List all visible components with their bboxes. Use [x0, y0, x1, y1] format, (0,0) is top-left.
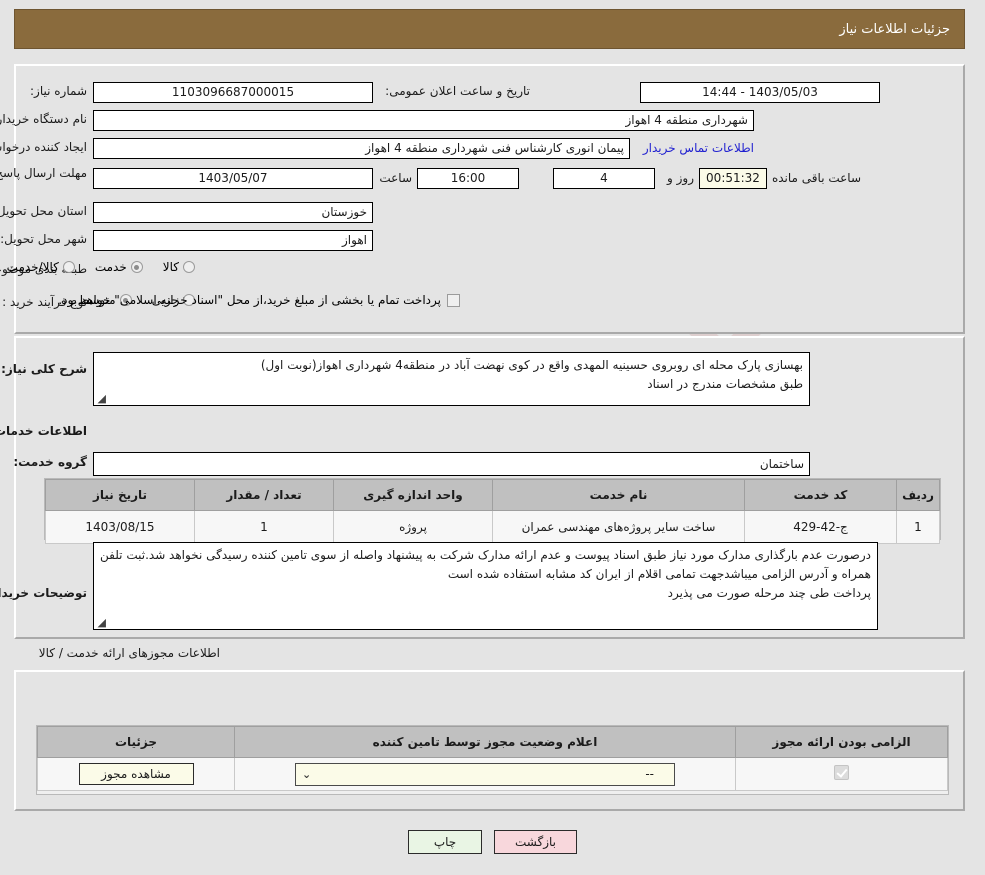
- subject-category-option-0[interactable]: کالا: [163, 260, 195, 274]
- deadline-label: مهلت ارسال پاسخ: تا تاریخ:: [7, 166, 87, 181]
- treasury-bond-checkbox[interactable]: [447, 294, 460, 307]
- services-cell-4: 1: [195, 511, 334, 544]
- subject-category-option-label-1: خدمت: [95, 260, 127, 274]
- permit-required-cell: [736, 758, 948, 791]
- services-cell-0: 1: [897, 511, 940, 544]
- delivery-province-value[interactable]: خوزستان: [93, 202, 373, 223]
- subject-category-option-label-2: کالا/خدمت: [7, 260, 59, 274]
- buyer-notes-label: توضیحات خریدار:: [0, 586, 87, 600]
- general-description-label: شرح کلی نیاز:: [13, 362, 87, 376]
- services-col-header-0: ردیف: [897, 480, 940, 511]
- need-number-value[interactable]: 1103096687000015: [93, 82, 373, 103]
- treasury-bond-checkbox-wrap[interactable]: پرداخت تمام یا بخشی از مبلغ خرید،از محل …: [58, 293, 460, 307]
- deadline-date-value[interactable]: 1403/05/07: [93, 168, 373, 189]
- page-title: جزئیات اطلاعات نیاز: [839, 22, 950, 37]
- footer-actions: بازگشت چاپ: [0, 830, 985, 854]
- buyer-contact-link[interactable]: اطلاعات تماس خریدار: [643, 141, 754, 155]
- deadline-hour-label: ساعت: [379, 171, 412, 185]
- services-col-header-2: نام خدمت: [493, 480, 745, 511]
- request-creator-label: ایجاد کننده درخواست:: [0, 140, 87, 154]
- permits-col-header-1: اعلام وضعیت مجوز توسط تامین کننده: [235, 727, 736, 758]
- remaining-time-label: ساعت باقی مانده: [772, 171, 861, 185]
- resize-grip-icon-notes[interactable]: ◢: [96, 618, 106, 628]
- remaining-days-value: 4: [553, 168, 655, 189]
- table-header-row: ردیفکد خدمتنام خدمتواحد اندازه گیریتعداد…: [46, 480, 940, 511]
- services-section-heading: اطلاعات خدمات مورد نیاز: [0, 424, 87, 438]
- deadline-hour-value[interactable]: 16:00: [417, 168, 519, 189]
- permits-section-heading: اطلاعات مجوزهای ارائه خدمت / کالا: [39, 646, 220, 660]
- permits-table-wrap: الزامی بودن ارائه مجوزاعلام وضعیت مجوز ت…: [36, 725, 949, 795]
- page-root: AriaTender.net جزئیات اطلاعات نیاز شماره…: [0, 0, 985, 875]
- subject-category-radio-icon-1[interactable]: [131, 261, 143, 273]
- back-button[interactable]: بازگشت: [494, 830, 577, 854]
- resize-grip-icon[interactable]: ◢: [96, 394, 106, 404]
- announce-datetime-label: تاریخ و ساعت اعلان عمومی:: [384, 84, 530, 98]
- subject-category-option-2[interactable]: کالا/خدمت: [7, 260, 75, 274]
- buyer-notes-value[interactable]: درصورت عدم بارگذاری مدارک مورد نیاز طبق …: [93, 542, 878, 630]
- services-table: ردیفکد خدمتنام خدمتواحد اندازه گیریتعداد…: [45, 479, 940, 544]
- permits-table: الزامی بودن ارائه مجوزاعلام وضعیت مجوز ت…: [37, 726, 948, 791]
- services-cell-2: ساخت سایر پروژه‌های مهندسی عمران: [493, 511, 745, 544]
- page-title-bar: جزئیات اطلاعات نیاز: [14, 9, 965, 49]
- permit-required-checkbox: [834, 765, 849, 780]
- request-creator-value[interactable]: پیمان انوری کارشناس فنی شهرداری منطقه 4 …: [93, 138, 630, 159]
- announce-datetime-value[interactable]: 1403/05/03 - 14:44: [640, 82, 880, 103]
- buyer-org-label: نام دستگاه خریدار:: [0, 112, 87, 126]
- service-group-value[interactable]: ساختمان: [93, 452, 810, 476]
- services-col-header-1: کد خدمت: [745, 480, 897, 511]
- table-row: 1ج-42-429ساخت سایر پروژه‌های مهندسی عمرا…: [46, 511, 940, 544]
- delivery-province-label: استان محل تحویل:: [0, 204, 87, 218]
- subject-category-option-label-0: کالا: [163, 260, 179, 274]
- subject-category-radio-icon-0[interactable]: [183, 261, 195, 273]
- table-row: -- ⌄ مشاهده مجوز: [38, 758, 948, 791]
- permit-status-cell: -- ⌄: [235, 758, 736, 791]
- permit-status-select[interactable]: -- ⌄: [295, 763, 675, 786]
- view-permit-button[interactable]: مشاهده مجوز: [79, 763, 194, 785]
- table-header-row: الزامی بودن ارائه مجوزاعلام وضعیت مجوز ت…: [38, 727, 948, 758]
- permit-details-cell: مشاهده مجوز: [38, 758, 235, 791]
- subject-category-radio-icon-2[interactable]: [63, 261, 75, 273]
- remaining-days-label: روز و: [667, 171, 694, 185]
- services-cell-3: پروژه: [334, 511, 493, 544]
- subject-category-radio-group[interactable]: کالا خدمت کالا/خدمت: [0, 260, 195, 274]
- services-table-wrap: ردیفکد خدمتنام خدمتواحد اندازه گیریتعداد…: [44, 478, 941, 540]
- services-col-header-4: تعداد / مقدار: [195, 480, 334, 511]
- delivery-city-label: شهر محل تحویل:: [0, 232, 87, 246]
- permits-col-header-0: الزامی بودن ارائه مجوز: [736, 727, 948, 758]
- permits-col-header-2: جزئیات: [38, 727, 235, 758]
- need-number-label: شماره نیاز:: [3, 84, 87, 98]
- print-button[interactable]: چاپ: [408, 830, 482, 854]
- subject-category-option-1[interactable]: خدمت: [95, 260, 143, 274]
- permit-status-value: --: [645, 767, 654, 781]
- buyer-org-value[interactable]: شهرداری منطقه 4 اهواز: [93, 110, 754, 131]
- delivery-city-value[interactable]: اهواز: [93, 230, 373, 251]
- service-group-label: گروه خدمت:: [13, 455, 87, 469]
- treasury-bond-label: پرداخت تمام یا بخشی از مبلغ خرید،از محل …: [58, 293, 441, 307]
- services-col-header-3: واحد اندازه گیری: [334, 480, 493, 511]
- services-col-header-5: تاریخ نیاز: [46, 480, 195, 511]
- general-description-text: بهسازی پارک محله ای روبروی حسینیه المهدی…: [261, 358, 803, 391]
- chevron-down-icon[interactable]: ⌄: [302, 764, 311, 785]
- remaining-time-countdown: 00:51:32: [699, 168, 767, 189]
- buyer-notes-text: درصورت عدم بارگذاری مدارک مورد نیاز طبق …: [100, 548, 871, 600]
- general-description-value[interactable]: بهسازی پارک محله ای روبروی حسینیه المهدی…: [93, 352, 810, 406]
- services-cell-1: ج-42-429: [745, 511, 897, 544]
- services-cell-5: 1403/08/15: [46, 511, 195, 544]
